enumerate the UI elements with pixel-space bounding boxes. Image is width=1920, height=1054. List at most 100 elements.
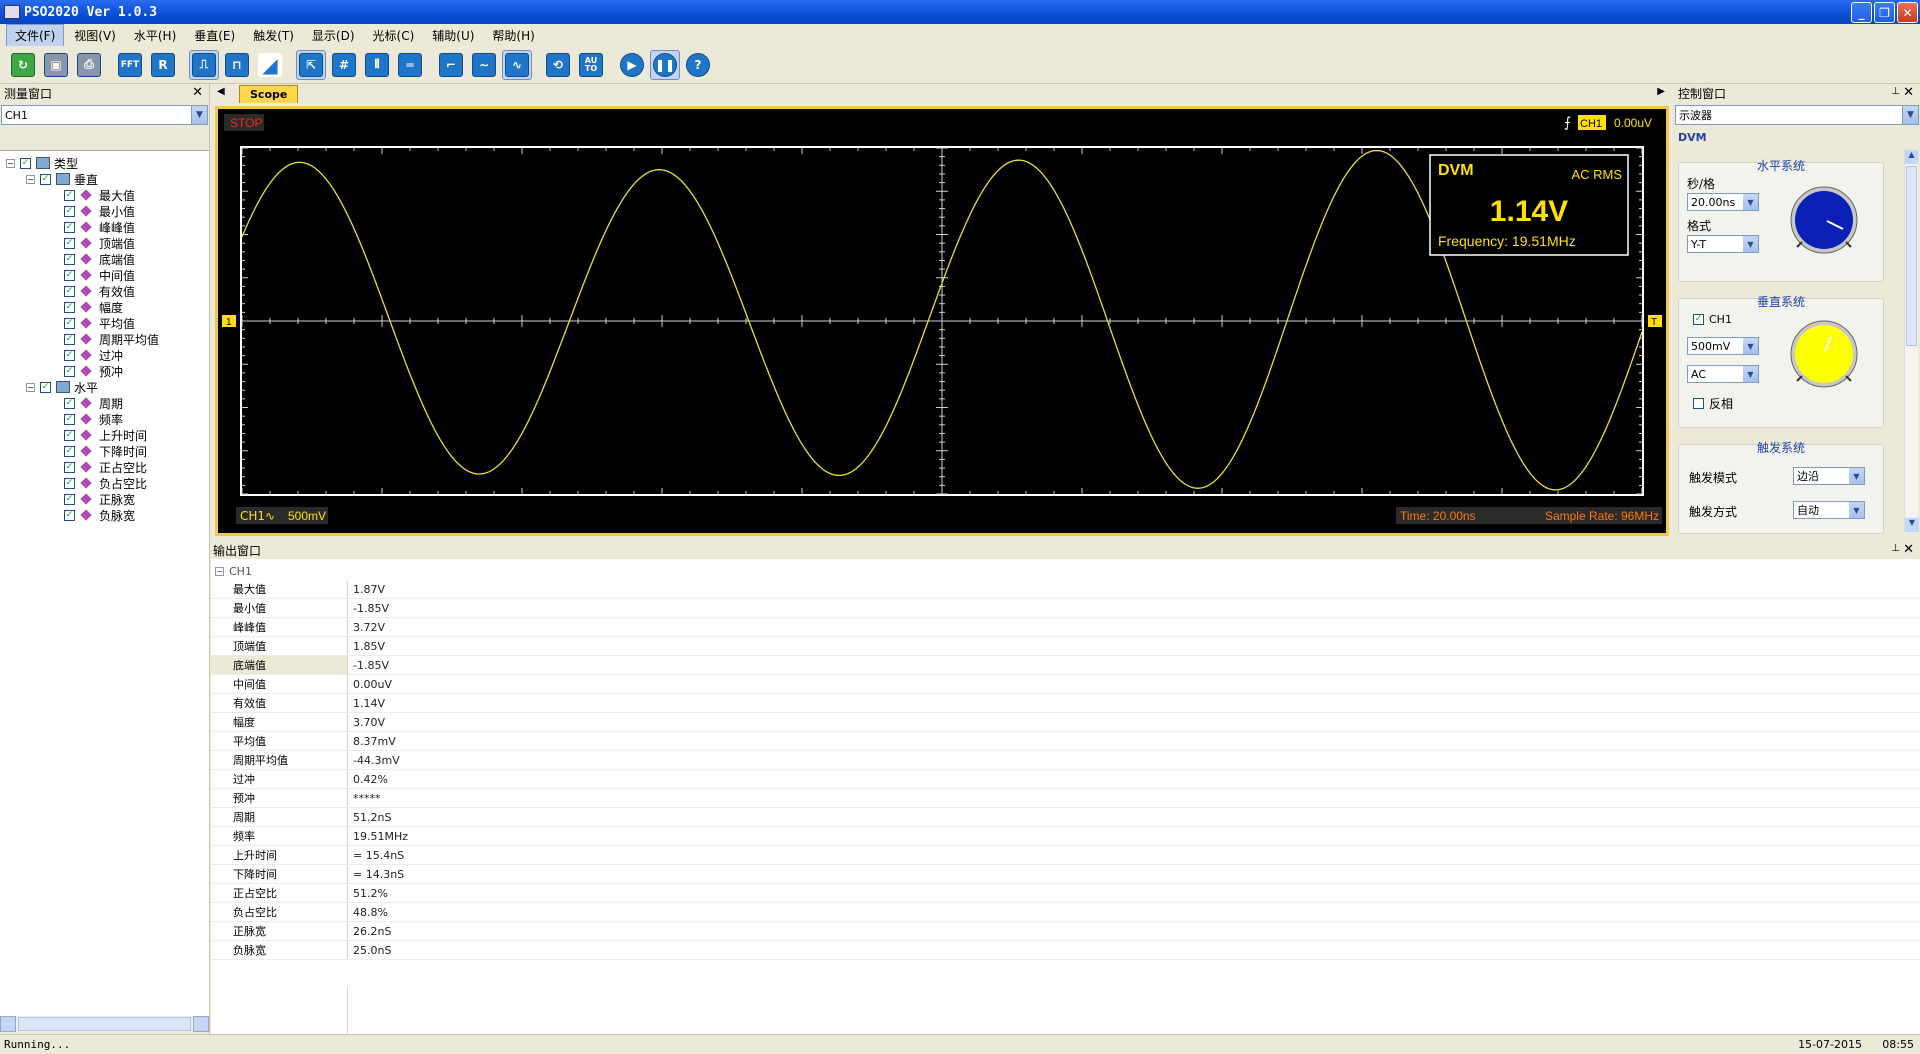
- pause-button[interactable]: ❚❚: [650, 49, 680, 80]
- tab-scope[interactable]: Scope: [239, 85, 299, 103]
- chevron-down-icon[interactable]: ▼: [1743, 338, 1758, 354]
- tree-root[interactable]: − ✓ 类型: [6, 155, 78, 171]
- close-button[interactable]: ✕: [1897, 2, 1918, 23]
- close-icon[interactable]: ✕: [1903, 85, 1914, 100]
- horizontal-cursor-button[interactable]: ═: [395, 50, 425, 80]
- trigger-type-select[interactable]: 自动 ▼: [1793, 501, 1865, 519]
- table-row[interactable]: 最小值 -1.85V: [211, 599, 1920, 618]
- sine-mode-button[interactable]: ∿: [502, 49, 532, 80]
- horizontal-scrollbar[interactable]: [0, 1016, 209, 1032]
- dvm-section-label[interactable]: DVM: [1678, 131, 1707, 144]
- tab-right-arrow[interactable]: ▶: [1657, 86, 1665, 97]
- volts-select[interactable]: 500mV ▼: [1687, 337, 1759, 355]
- table-row[interactable]: 上升时间 = 15.4nS: [211, 846, 1920, 865]
- checkbox[interactable]: ✓: [64, 285, 75, 297]
- menu-file[interactable]: 文件(F): [6, 23, 65, 47]
- coupling-select[interactable]: AC ▼: [1687, 365, 1759, 383]
- checkbox[interactable]: ✓: [64, 317, 75, 329]
- menu-utility[interactable]: 辅助(U): [424, 25, 482, 46]
- save-button[interactable]: ▣: [41, 50, 71, 80]
- checkbox[interactable]: ✓: [40, 173, 51, 185]
- volts-knob[interactable]: [1785, 315, 1863, 393]
- table-row[interactable]: 幅度 3.70V: [211, 713, 1920, 732]
- scroll-down-arrow[interactable]: ▼: [1905, 518, 1919, 532]
- table-row[interactable]: 有效值 1.14V: [211, 694, 1920, 713]
- tree-group-vertical[interactable]: − ✓ 垂直: [26, 171, 98, 187]
- tree-item[interactable]: ✓ 正脉宽: [64, 491, 135, 507]
- auto-button[interactable]: AU TO: [576, 50, 606, 80]
- invert-checkbox[interactable]: 反相: [1693, 395, 1733, 412]
- tab-left-arrow[interactable]: ◀: [217, 86, 225, 97]
- checkbox[interactable]: ✓: [40, 381, 51, 393]
- timebase-knob[interactable]: [1785, 181, 1863, 259]
- table-row[interactable]: 最大值 1.87V: [211, 580, 1920, 599]
- table-row[interactable]: 下降时间 = 14.3nS: [211, 865, 1920, 884]
- tree-item[interactable]: ✓ 负脉宽: [64, 507, 135, 523]
- dots-mode-button[interactable]: ⌐: [436, 50, 466, 80]
- table-row[interactable]: 峰峰值 3.72V: [211, 618, 1920, 637]
- checkbox[interactable]: ✓: [64, 429, 75, 441]
- ch1-checkbox-box[interactable]: ✓: [1693, 314, 1704, 325]
- checkbox[interactable]: ✓: [64, 349, 75, 361]
- tree-item[interactable]: ✓ 峰峰值: [64, 219, 135, 235]
- tree-item[interactable]: ✓ 最大值: [64, 187, 135, 203]
- channel-select[interactable]: CH1 ▼: [1, 105, 208, 125]
- checkbox[interactable]: ✓: [64, 397, 75, 409]
- checkbox[interactable]: ✓: [64, 477, 75, 489]
- collapse-icon[interactable]: −: [6, 158, 15, 168]
- menu-horizontal[interactable]: 水平(H): [126, 25, 184, 46]
- output-group-header[interactable]: − CH1: [211, 562, 1920, 580]
- scope-screen[interactable]: STOP ⨍ CH1 0.00uV 1 T DVM AC RMS 1.14V F…: [215, 106, 1669, 536]
- scroll-left-arrow[interactable]: [0, 1016, 16, 1032]
- scroll-up-arrow[interactable]: ▲: [1905, 150, 1918, 164]
- table-row[interactable]: 底端值 -1.85V: [211, 656, 1920, 675]
- minimize-button[interactable]: _: [1851, 2, 1872, 23]
- device-select[interactable]: 示波器 ▼: [1675, 105, 1919, 125]
- menu-display[interactable]: 显示(D): [304, 25, 363, 46]
- tree-item[interactable]: ✓ 下降时间: [64, 443, 147, 459]
- vertical-cursor-button[interactable]: ⦀: [362, 50, 392, 80]
- checkbox[interactable]: ✓: [64, 237, 75, 249]
- table-row[interactable]: 平均值 8.37mV: [211, 732, 1920, 751]
- restore-button[interactable]: ❐: [1874, 2, 1895, 23]
- checkbox[interactable]: ✓: [64, 413, 75, 425]
- tree-item[interactable]: ✓ 负占空比: [64, 475, 147, 491]
- table-row[interactable]: 负占空比 48.8%: [211, 903, 1920, 922]
- table-row[interactable]: 过冲 0.42%: [211, 770, 1920, 789]
- menu-view[interactable]: 视图(V): [66, 25, 124, 46]
- chevron-down-icon[interactable]: ▼: [1849, 468, 1864, 484]
- tree-item[interactable]: ✓ 周期: [64, 395, 123, 411]
- scrollbar-thumb[interactable]: [18, 1017, 191, 1031]
- refresh-button[interactable]: ⟲: [543, 50, 573, 80]
- chevron-down-icon[interactable]: ▼: [191, 106, 207, 124]
- format-select[interactable]: Y-T ▼: [1687, 235, 1759, 253]
- menu-trigger[interactable]: 触发(T): [245, 25, 302, 46]
- chevron-down-icon[interactable]: ▼: [1849, 502, 1864, 518]
- checkbox[interactable]: ✓: [64, 445, 75, 457]
- help-button[interactable]: ?: [683, 50, 713, 80]
- tree-item[interactable]: ✓ 上升时间: [64, 427, 147, 443]
- tree-group-horizontal[interactable]: − ✓ 水平: [26, 379, 98, 395]
- select-cursor-button[interactable]: ⇱: [296, 49, 326, 80]
- checkbox[interactable]: ✓: [64, 333, 75, 345]
- checkbox[interactable]: ✓: [64, 221, 75, 233]
- table-row[interactable]: 中间值 0.00uV: [211, 675, 1920, 694]
- tree-item[interactable]: ✓ 幅度: [64, 299, 123, 315]
- square-wave-button[interactable]: ⎍: [189, 49, 219, 80]
- scroll-right-arrow[interactable]: [193, 1016, 209, 1032]
- tree-item[interactable]: ✓ 最小值: [64, 203, 135, 219]
- collapse-icon[interactable]: −: [26, 174, 35, 184]
- checkbox[interactable]: ✓: [20, 157, 31, 169]
- checkbox[interactable]: ✓: [64, 189, 75, 201]
- invert-checkbox-box[interactable]: [1693, 398, 1704, 409]
- ramp-button[interactable]: ◢: [255, 50, 285, 80]
- table-row[interactable]: 正脉宽 26.2nS: [211, 922, 1920, 941]
- ch1-checkbox[interactable]: ✓ CH1: [1693, 313, 1732, 326]
- tree-item[interactable]: ✓ 中间值: [64, 267, 135, 283]
- checkbox[interactable]: ✓: [64, 269, 75, 281]
- trigger-marker[interactable]: T: [1651, 317, 1657, 328]
- tree-item[interactable]: ✓ 有效值: [64, 283, 135, 299]
- checkbox[interactable]: ✓: [64, 461, 75, 473]
- close-icon[interactable]: ✕: [192, 85, 203, 100]
- collapse-icon[interactable]: −: [26, 382, 35, 392]
